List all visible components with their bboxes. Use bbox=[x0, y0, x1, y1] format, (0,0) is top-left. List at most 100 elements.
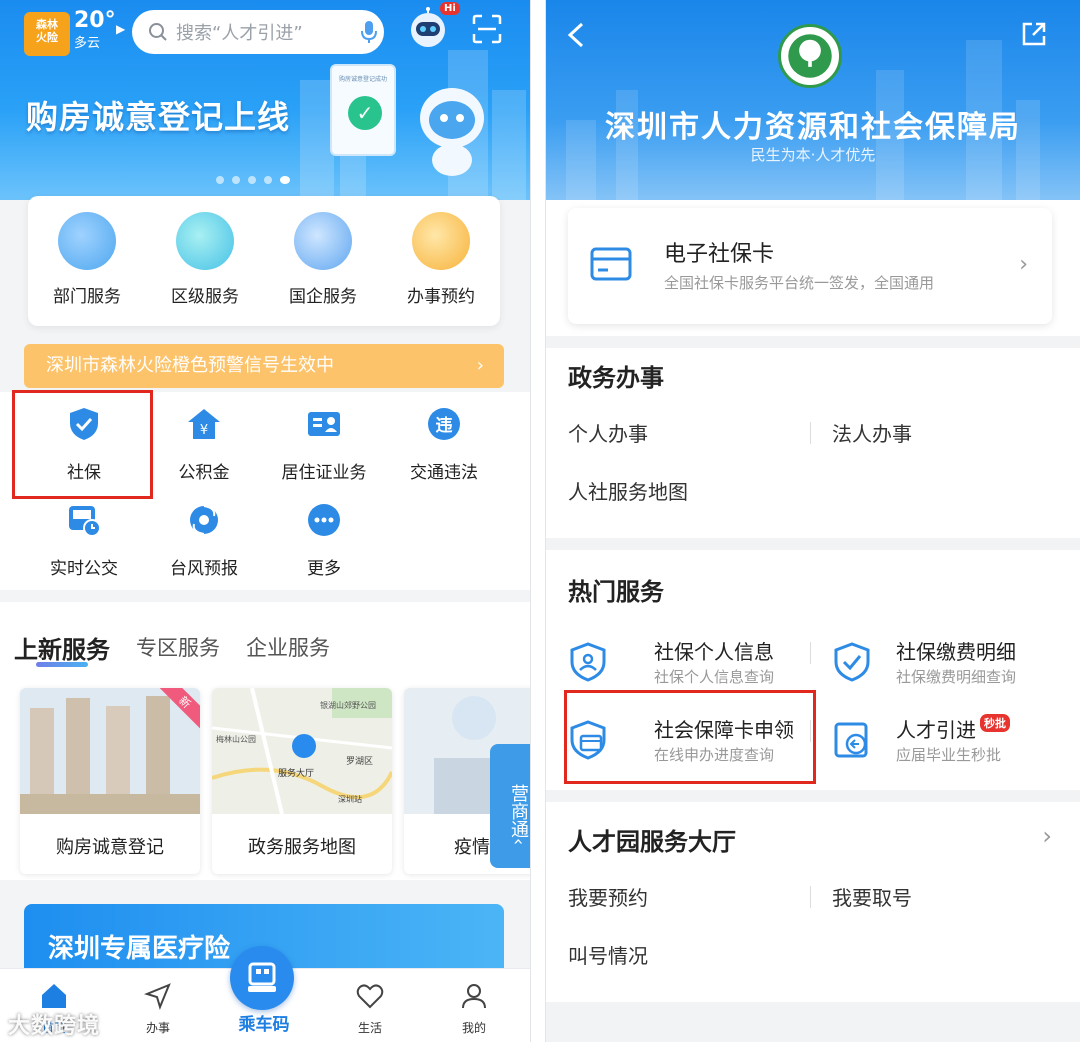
chevron-right-icon[interactable]: › bbox=[1042, 822, 1052, 850]
business-side-tab[interactable]: 营商通‹ bbox=[490, 744, 530, 868]
talent-hall-section: 人才园服务大厅 › 我要预约 我要取号 叫号情况 bbox=[546, 802, 1080, 1002]
scan-icon[interactable] bbox=[472, 14, 502, 44]
link-make-appointment[interactable]: 我要预约 bbox=[568, 882, 648, 911]
gov-affairs-section: 政务办事 个人办事 法人办事 人社服务地图 bbox=[546, 348, 1080, 538]
chevron-right-icon: › bbox=[1019, 252, 1028, 277]
alert-text: 深圳市森林火险橙色预警信号生效中 bbox=[46, 355, 334, 376]
check-icon: ✓ bbox=[348, 96, 382, 130]
service-card-housing[interactable]: 新 购房诚意登记 bbox=[20, 688, 200, 874]
map-label: 服务大厅 bbox=[278, 767, 314, 779]
section-divider bbox=[546, 538, 1080, 550]
qr-code-icon bbox=[248, 962, 276, 992]
tab-zone-services[interactable]: 专区服务 bbox=[136, 632, 220, 662]
service-card-label: 购房诚意登记 bbox=[56, 837, 164, 858]
service-description: 社保缴费明细查询 bbox=[896, 668, 1017, 686]
page-title: 深圳市人力资源和社会保障局 bbox=[605, 110, 1021, 145]
highlight-box-card-application bbox=[564, 690, 816, 784]
carousel-dot bbox=[216, 176, 224, 184]
grid-item-bus[interactable]: 实时公交 bbox=[18, 502, 150, 579]
e-social-security-card[interactable]: 电子社保卡 全国社保卡服务平台统一签发，全国通用 › bbox=[568, 208, 1052, 324]
grid-item-residence-permit[interactable]: 居住证业务 bbox=[258, 406, 390, 483]
grid-item-label: 公积金 bbox=[178, 463, 230, 483]
grid-item-traffic-violation[interactable]: 违 交通违法 bbox=[378, 406, 510, 483]
banner-registration-card: 购房诚意登记成功 ✓ bbox=[330, 64, 396, 156]
tab-life[interactable]: 生活 bbox=[330, 981, 410, 1036]
service-title: 社保缴费明细 bbox=[896, 640, 1016, 664]
share-icon[interactable] bbox=[1020, 20, 1048, 48]
column-separator bbox=[810, 642, 811, 664]
quick-service-appointment[interactable]: 办事预约 bbox=[382, 212, 500, 307]
service-card-label: 政务服务地图 bbox=[248, 837, 356, 858]
map-thumbnail-image: 银湖山郊野公园 梅林山公园 服务大厅 罗湖区 深圳站 bbox=[212, 688, 392, 815]
link-hrss-service-map[interactable]: 人社服务地图 bbox=[568, 476, 688, 505]
tab-label: 我的 bbox=[461, 1021, 486, 1035]
grid-item-typhoon[interactable]: 台风预报 bbox=[138, 502, 270, 579]
banner-title: 购房诚意登记上线 bbox=[26, 98, 291, 136]
service-title-text: 人才引进 bbox=[896, 718, 976, 742]
quick-service-department[interactable]: 部门服务 bbox=[28, 212, 146, 307]
housing-photo-image bbox=[20, 688, 200, 814]
forest-fire-badge[interactable]: 森林 火险 bbox=[24, 12, 70, 56]
service-description: 应届毕业生秒批 bbox=[896, 746, 1002, 764]
right-screenshot: 深圳市人力资源和社会保障局 民生为本·人才优先 电子社保卡 全国社保卡服务平台统… bbox=[546, 0, 1080, 1042]
grid-item-label: 实时公交 bbox=[50, 559, 118, 579]
map-label: 罗湖区 bbox=[346, 756, 373, 767]
link-take-number[interactable]: 我要取号 bbox=[832, 882, 912, 911]
service-title: 人才引进 秒批 bbox=[896, 714, 1010, 743]
carousel-dot bbox=[248, 176, 256, 184]
back-arrow-icon[interactable] bbox=[564, 20, 588, 50]
talent-icon bbox=[834, 722, 868, 758]
district-icon bbox=[176, 212, 234, 270]
home-hero-banner[interactable]: 森林 火险 20° 多云 ▶ 搜索“人才引进” Hi 购房诚意登记上线 购房诚意… bbox=[0, 0, 530, 200]
astronaut-mascot-icon bbox=[420, 88, 484, 176]
quick-service-district[interactable]: 区级服务 bbox=[146, 212, 264, 307]
instant-approval-badge: 秒批 bbox=[980, 714, 1010, 732]
carousel-dot bbox=[264, 176, 272, 184]
grid-item-more[interactable]: 更多 bbox=[258, 502, 390, 579]
search-input[interactable]: 搜索“人才引进” bbox=[132, 10, 384, 54]
service-description: 社保个人信息查询 bbox=[654, 668, 775, 686]
link-queue-status[interactable]: 叫号情况 bbox=[568, 940, 648, 969]
active-tab-indicator bbox=[36, 662, 88, 667]
tab-me[interactable]: 我的 bbox=[434, 981, 514, 1036]
personal-info-icon bbox=[570, 642, 606, 682]
section-divider bbox=[546, 336, 1080, 348]
weather-arrow-icon[interactable]: ▶ bbox=[116, 22, 125, 36]
service-title: 社保个人信息 bbox=[654, 640, 774, 664]
new-services-section: 上新服务 专区服务 企业服务 新 购房诚意登记 银湖山郊野公园 梅林山公园 服务… bbox=[0, 602, 530, 880]
quick-service-label: 国企服务 bbox=[289, 287, 357, 307]
tab-new-services[interactable]: 上新服务 bbox=[14, 630, 110, 665]
hrss-emblem-icon bbox=[778, 24, 842, 88]
grid-item-housing-fund[interactable]: ¥ 公积金 bbox=[138, 406, 270, 483]
column-separator bbox=[810, 886, 811, 908]
section-title: 热门服务 bbox=[568, 578, 664, 606]
ride-code-label: 乘车码 bbox=[238, 1015, 290, 1035]
link-personal-affairs[interactable]: 个人办事 bbox=[568, 418, 648, 447]
svg-text:¥: ¥ bbox=[200, 423, 208, 438]
quick-service-soe[interactable]: 国企服务 bbox=[264, 212, 382, 307]
heart-icon bbox=[356, 984, 384, 1009]
quick-service-label: 部门服务 bbox=[53, 287, 121, 307]
grid-item-label: 台风预报 bbox=[170, 559, 238, 579]
ride-code-button[interactable] bbox=[230, 946, 294, 1010]
bus-icon bbox=[69, 506, 101, 537]
service-card-map[interactable]: 银湖山郊野公园 梅林山公园 服务大厅 罗湖区 深圳站 政务服务地图 bbox=[212, 688, 392, 874]
ecard-title: 电子社保卡 bbox=[664, 242, 775, 267]
tab-affairs[interactable]: 办事 bbox=[118, 981, 198, 1036]
tab-enterprise-services[interactable]: 企业服务 bbox=[246, 632, 330, 662]
chevron-left-icon: ‹ bbox=[508, 838, 529, 846]
fire-warning-alert[interactable]: 深圳市森林火险橙色预警信号生效中 › bbox=[24, 344, 504, 388]
grid-item-label: 居住证业务 bbox=[281, 463, 367, 483]
microphone-icon[interactable] bbox=[354, 19, 384, 45]
grid-item-label: 更多 bbox=[307, 559, 341, 579]
section-title[interactable]: 人才园服务大厅 bbox=[568, 822, 736, 857]
map-label: 银湖山郊野公园 bbox=[320, 700, 376, 710]
quick-services-card: 部门服务 区级服务 国企服务 办事预约 bbox=[28, 196, 500, 326]
hrss-header: 深圳市人力资源和社会保障局 民生为本·人才优先 bbox=[546, 0, 1080, 200]
chevron-right-icon: › bbox=[476, 355, 484, 376]
more-icon bbox=[308, 504, 340, 536]
side-tab-label: 营商通 bbox=[508, 784, 529, 839]
link-corporate-affairs[interactable]: 法人办事 bbox=[832, 418, 912, 447]
weather-description: 多云 bbox=[74, 36, 101, 51]
id-card-icon bbox=[308, 412, 340, 436]
